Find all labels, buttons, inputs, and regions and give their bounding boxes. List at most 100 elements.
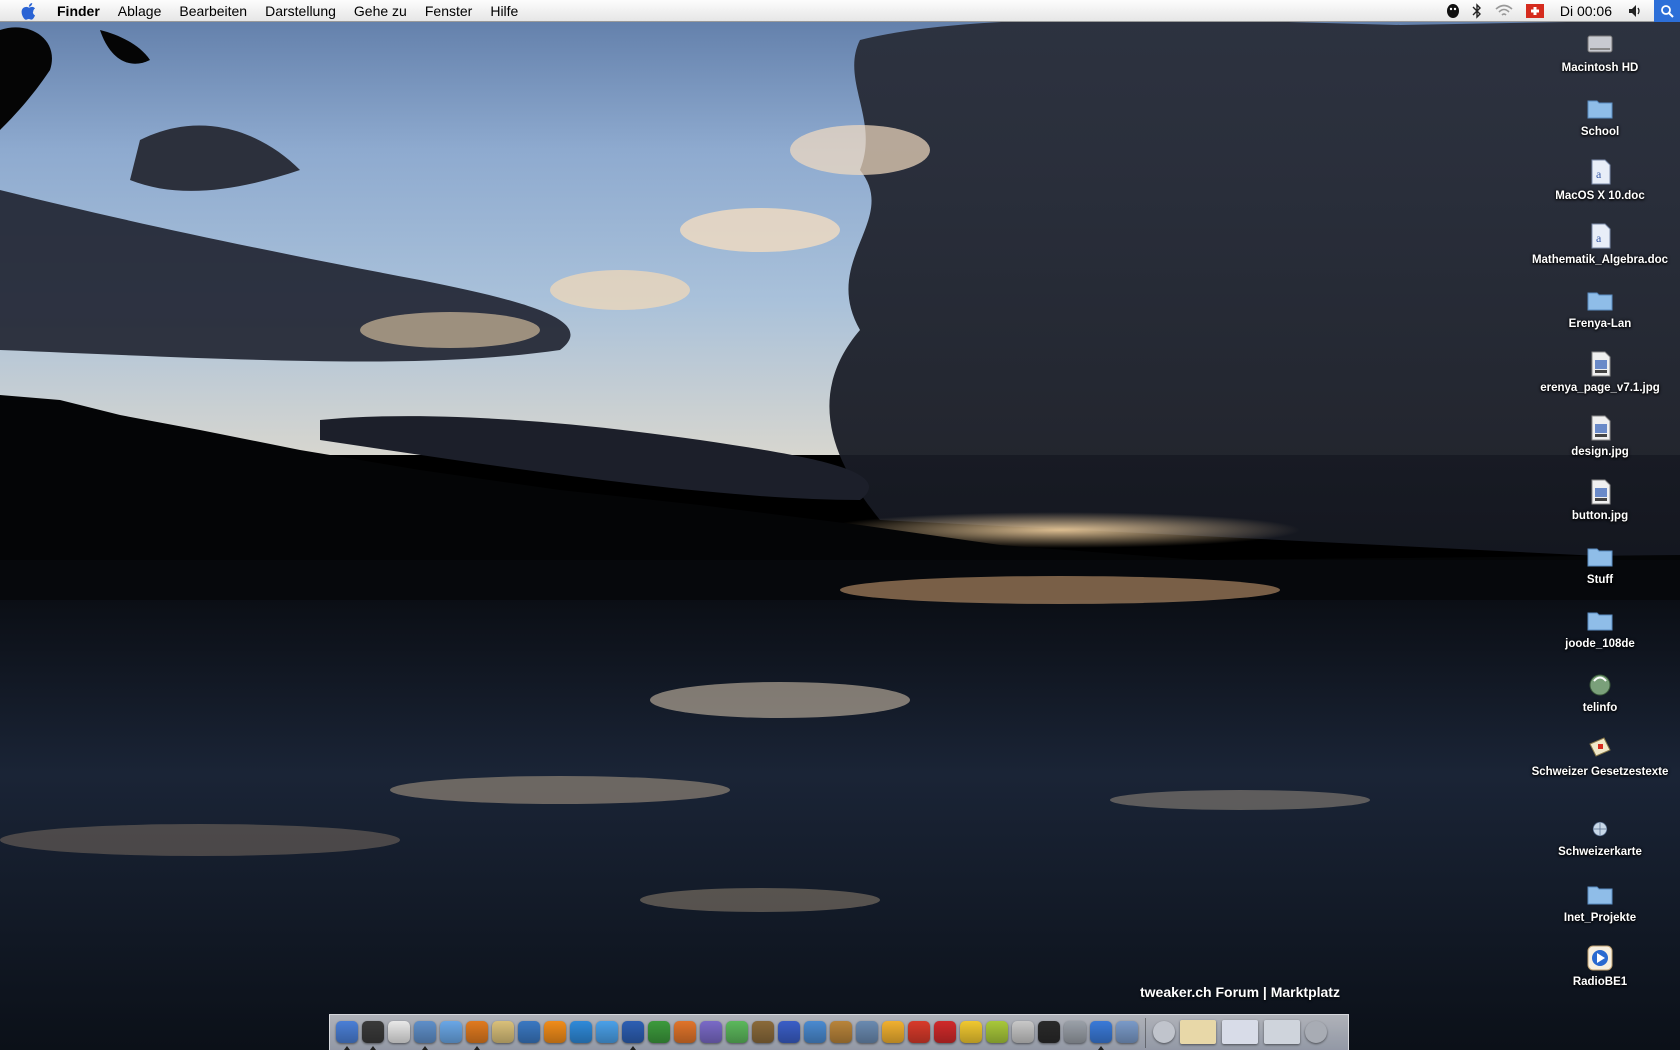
wallpaper-landscape [0, 19, 1680, 1050]
cd-icon[interactable] [1151, 1017, 1177, 1047]
utility-icon[interactable] [854, 1017, 880, 1047]
teapot-icon[interactable] [1010, 1017, 1036, 1047]
powerpoint-icon[interactable] [672, 1017, 698, 1047]
idvd-icon-tile [804, 1021, 826, 1043]
ichat-icon-tile [596, 1021, 618, 1043]
hard-drive-icon [1587, 35, 1613, 53]
menubar-clock[interactable]: Di 00:06 [1550, 3, 1622, 19]
desktop-icon-erenya-lan[interactable]: Erenya-Lan [1520, 284, 1680, 331]
desktop-icon-label: School [1580, 126, 1620, 138]
mail-icon-tile [1116, 1021, 1138, 1043]
cyberduck-icon[interactable] [958, 1017, 984, 1047]
desktop-icon-label: Schweizer Gesetzestexte [1531, 766, 1669, 778]
itunes-icon-tile [726, 1021, 748, 1043]
desktop-icon-joode[interactable]: joode_108de [1520, 604, 1680, 651]
finder-icon[interactable] [334, 1017, 360, 1050]
thunderbird-icon-tile [518, 1021, 540, 1043]
desktop-icon-macos-x-doc[interactable]: a MacOS X 10.doc [1520, 156, 1680, 203]
desktop-icon-label: Inet_Projekte [1563, 912, 1637, 924]
running-indicator [422, 1046, 428, 1050]
terminal-icon[interactable] [1036, 1017, 1062, 1047]
word-icon[interactable] [620, 1017, 646, 1050]
vlc-icon[interactable] [542, 1017, 568, 1047]
dashboard-icon-tile [362, 1021, 384, 1043]
excel-icon-tile [648, 1021, 670, 1043]
imovie-icon[interactable] [776, 1017, 802, 1047]
menu-gehe-zu[interactable]: Gehe zu [345, 0, 416, 22]
desktop-icon-label: button.jpg [1571, 510, 1629, 522]
safari-icon[interactable] [438, 1017, 464, 1047]
apple-icon[interactable] [17, 0, 39, 22]
menu-ablage[interactable]: Ablage [109, 0, 171, 22]
desktop-icon-button-jpg[interactable]: button.jpg [1520, 476, 1680, 523]
terminal-icon-tile [1038, 1021, 1060, 1043]
swiss-flag-icon[interactable] [1520, 0, 1550, 22]
notes-icon[interactable] [490, 1017, 516, 1047]
firefox-icon[interactable] [464, 1017, 490, 1050]
desktop-icon-schweizer-gesetzestexte[interactable]: Schweizer Gesetzestexte [1520, 732, 1680, 779]
camera-icon[interactable] [984, 1017, 1010, 1047]
dashboard-icon[interactable] [360, 1017, 386, 1050]
forum-widget-link[interactable]: tweaker.ch Forum | Marktplatz [1140, 984, 1340, 1000]
cyberduck-icon-tile [960, 1021, 982, 1043]
menu-fenster[interactable]: Fenster [416, 0, 481, 22]
spotlight-icon[interactable] [1654, 0, 1680, 22]
desktop-icon-inet-projekte[interactable]: Inet_Projekte [1520, 878, 1680, 925]
menu-darstellung[interactable]: Darstellung [256, 0, 345, 22]
desktop-icon-school[interactable]: School [1520, 92, 1680, 139]
quicktime-icon[interactable] [1088, 1017, 1114, 1050]
desktop-icon-schweizerkarte[interactable]: Schweizerkarte [1520, 820, 1680, 859]
iphoto-icon[interactable] [750, 1017, 776, 1047]
menu-finder[interactable]: Finder [48, 0, 109, 22]
menu-hilfe[interactable]: Hilfe [481, 0, 527, 22]
folder-icon [1587, 886, 1613, 905]
desktop-icon-telinfo[interactable]: telinfo [1520, 668, 1680, 715]
adium-icon[interactable] [880, 1017, 906, 1047]
trash-icon[interactable] [1303, 1017, 1329, 1047]
cd-icon-tile [1153, 1021, 1175, 1043]
desktop-icon-mathematik-doc[interactable]: a Mathematik_Algebra.doc [1520, 220, 1680, 267]
telinfo-app-icon [1589, 674, 1611, 696]
ichat-icon[interactable] [594, 1017, 620, 1047]
menu-bearbeiten[interactable]: Bearbeiten [170, 0, 256, 22]
minimized-window-3-icon[interactable] [1262, 1017, 1302, 1047]
radio-app-icon [1587, 945, 1613, 971]
strawberry-icon[interactable] [932, 1017, 958, 1047]
desktop-icon-macintosh-hd[interactable]: Macintosh HD [1520, 28, 1680, 75]
status-app-icon[interactable] [1440, 0, 1466, 22]
entourage-icon-tile [700, 1021, 722, 1043]
minimized-window-1-icon[interactable] [1178, 1017, 1218, 1047]
running-indicator [344, 1046, 350, 1050]
entourage-icon[interactable] [698, 1017, 724, 1047]
desktop-icon-stuff[interactable]: Stuff [1520, 540, 1680, 587]
ical-icon[interactable] [386, 1017, 412, 1047]
minimized-window-2-icon[interactable] [1220, 1017, 1260, 1047]
preview-icon[interactable] [412, 1017, 438, 1050]
camino-icon-tile [570, 1021, 592, 1043]
desktop-icon-label: MacOS X 10.doc [1555, 190, 1645, 202]
desktop-icon-label: erenya_page_v7.1.jpg [1540, 382, 1660, 394]
dock-separator [1145, 1018, 1146, 1048]
desktop-icon-design-jpg[interactable]: design.jpg [1520, 412, 1680, 459]
word-document-icon: a [1591, 159, 1611, 185]
menu-extras: Di 00:06 [1440, 0, 1680, 22]
jpeg-file-icon [1591, 415, 1611, 441]
flash-icon[interactable] [906, 1017, 932, 1047]
desktop-icon-erenya-page-jpg[interactable]: erenya_page_v7.1.jpg [1520, 348, 1680, 395]
idvd-icon[interactable] [802, 1017, 828, 1047]
bluetooth-icon[interactable] [1466, 0, 1488, 22]
mail-icon[interactable] [1114, 1017, 1140, 1047]
garageband-icon[interactable] [828, 1017, 854, 1047]
volume-icon[interactable] [1622, 0, 1650, 22]
utility-icon-tile [856, 1021, 878, 1043]
camino-icon[interactable] [568, 1017, 594, 1047]
system-preferences-icon[interactable] [1062, 1017, 1088, 1047]
desktop-icon-label: RadioBE1 [1572, 976, 1628, 988]
itunes-icon[interactable] [724, 1017, 750, 1047]
wifi-icon[interactable] [1488, 0, 1520, 22]
thunderbird-icon[interactable] [516, 1017, 542, 1047]
adium-icon-tile [882, 1021, 904, 1043]
minimized-window-3-icon-tile [1264, 1020, 1300, 1044]
desktop-icon-radiobe1[interactable]: RadioBE1 [1520, 942, 1680, 989]
excel-icon[interactable] [646, 1017, 672, 1047]
